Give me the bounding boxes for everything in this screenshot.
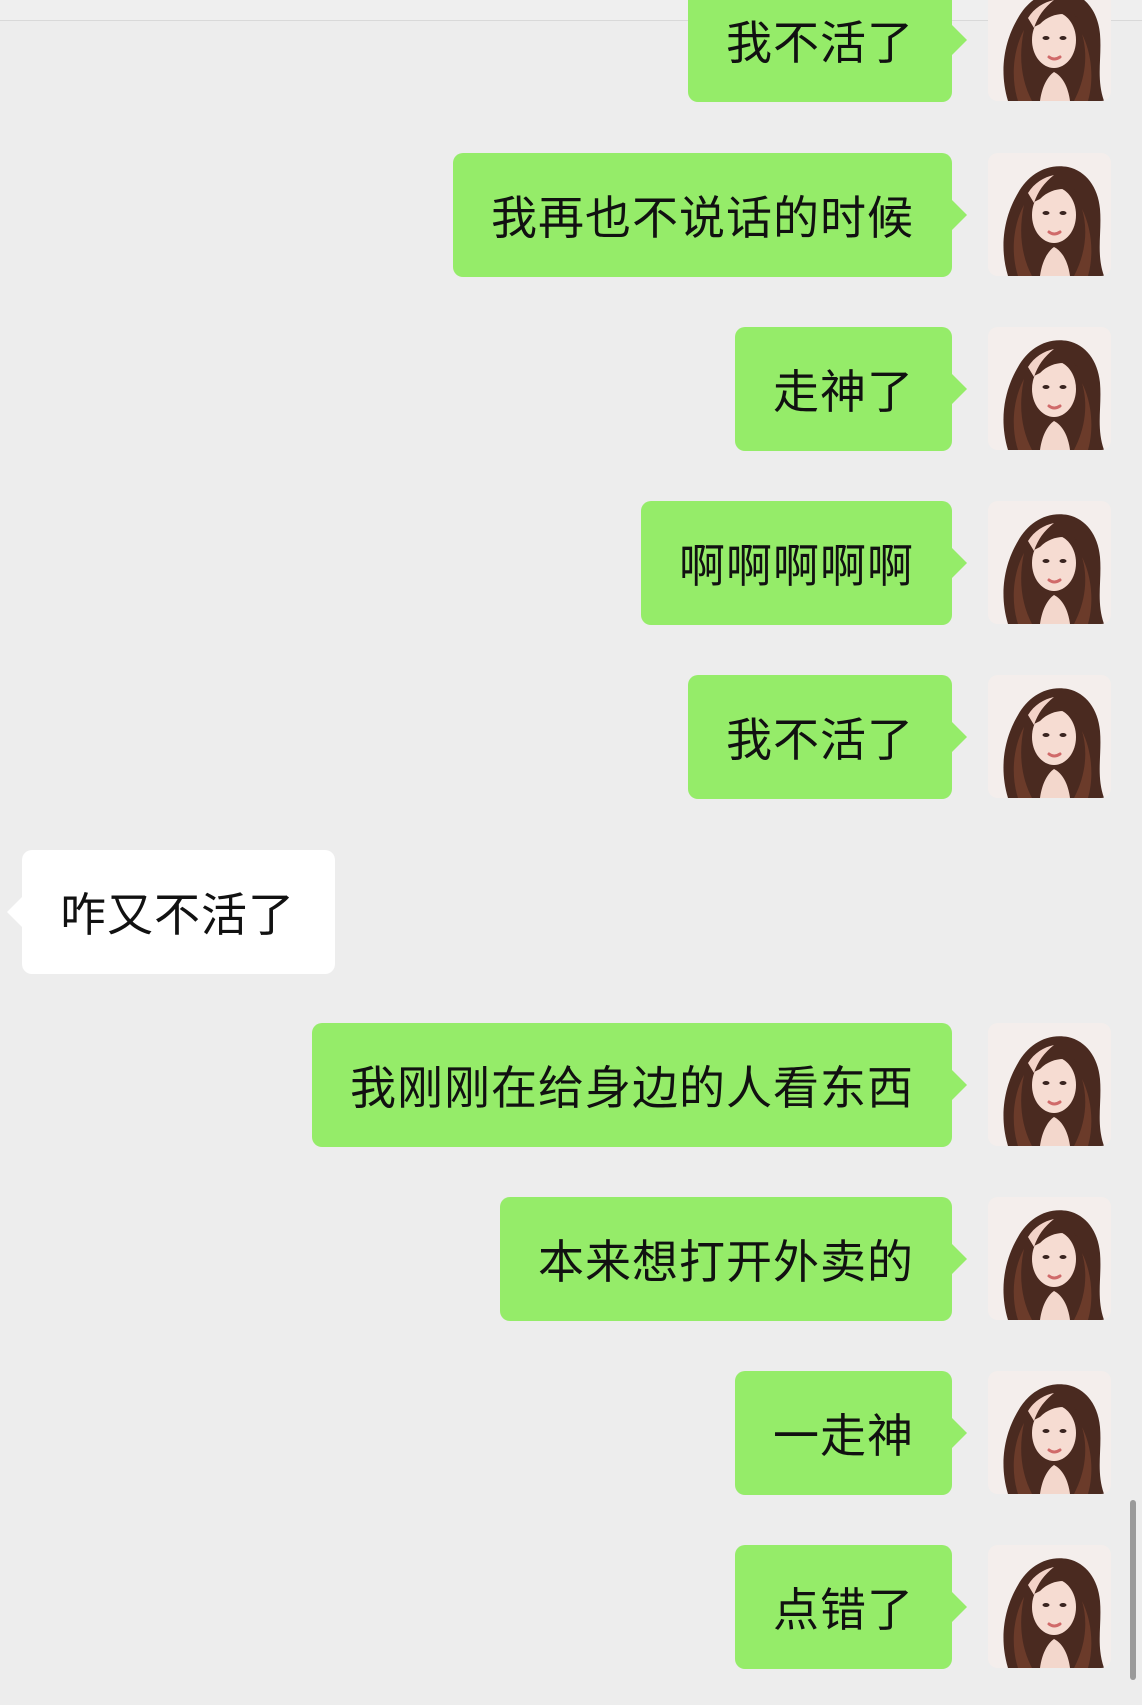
user-avatar[interactable]	[988, 1023, 1111, 1146]
outgoing-message-bubble[interactable]: 一走神	[735, 1371, 967, 1495]
message-text: 啊啊啊啊啊	[679, 539, 914, 593]
message-row: 点错了	[0, 1545, 1142, 1669]
avatar-portrait-icon	[988, 1371, 1111, 1494]
message-text: 我刚刚在给身边的人看东西	[350, 1061, 914, 1115]
incoming-message-bubble[interactable]: 咋又不活了	[7, 850, 335, 974]
message-row: 本来想打开外卖的	[0, 1197, 1142, 1321]
message-text: 一走神	[773, 1409, 914, 1463]
avatar-portrait-icon	[988, 1545, 1111, 1668]
chat-message-list[interactable]: 我不活了 我再也不说话的时候 走神了 啊啊啊啊啊 我不活了 咋又不活了 我刚刚在…	[0, 0, 1142, 1705]
user-avatar[interactable]	[988, 675, 1111, 798]
message-text: 我不活了	[726, 713, 914, 767]
outgoing-message-bubble[interactable]: 走神了	[735, 327, 967, 451]
message-row: 我不活了	[0, 675, 1142, 799]
outgoing-message-bubble[interactable]: 本来想打开外卖的	[500, 1197, 967, 1321]
outgoing-message-bubble[interactable]: 我不活了	[688, 675, 967, 799]
user-avatar[interactable]	[988, 1197, 1111, 1320]
avatar-portrait-icon	[988, 675, 1111, 798]
user-avatar[interactable]	[988, 1371, 1111, 1494]
message-row: 走神了	[0, 327, 1142, 451]
avatar-portrait-icon	[988, 501, 1111, 624]
outgoing-message-bubble[interactable]: 啊啊啊啊啊	[641, 501, 967, 625]
message-text: 走神了	[773, 365, 914, 419]
avatar-portrait-icon	[988, 327, 1111, 450]
outgoing-message-bubble[interactable]: 我不活了	[688, 0, 967, 102]
message-row: 我不活了	[0, 0, 1142, 102]
user-avatar[interactable]	[988, 501, 1111, 624]
message-text: 本来想打开外卖的	[538, 1235, 914, 1289]
avatar-portrait-icon	[988, 153, 1111, 276]
avatar-portrait-icon	[988, 0, 1111, 101]
user-avatar[interactable]	[988, 1545, 1111, 1668]
avatar-portrait-icon	[988, 1023, 1111, 1146]
outgoing-message-bubble[interactable]: 我再也不说话的时候	[453, 153, 967, 277]
message-row: 啊啊啊啊啊	[0, 501, 1142, 625]
message-row: 一走神	[0, 1371, 1142, 1495]
message-text: 点错了	[773, 1583, 914, 1637]
outgoing-message-bubble[interactable]: 点错了	[735, 1545, 967, 1669]
outgoing-message-bubble[interactable]: 我刚刚在给身边的人看东西	[312, 1023, 967, 1147]
message-text: 我不活了	[726, 16, 914, 70]
scrollbar-thumb[interactable]	[1130, 1500, 1136, 1680]
avatar-portrait-icon	[988, 1197, 1111, 1320]
message-row: 我刚刚在给身边的人看东西	[0, 1023, 1142, 1147]
user-avatar[interactable]	[988, 153, 1111, 276]
user-avatar[interactable]	[988, 0, 1111, 101]
message-row: 我再也不说话的时候	[0, 153, 1142, 277]
user-avatar[interactable]	[988, 327, 1111, 450]
message-row: 咋又不活了	[0, 850, 1142, 974]
message-text: 咋又不活了	[60, 888, 295, 942]
message-text: 我再也不说话的时候	[491, 191, 914, 245]
